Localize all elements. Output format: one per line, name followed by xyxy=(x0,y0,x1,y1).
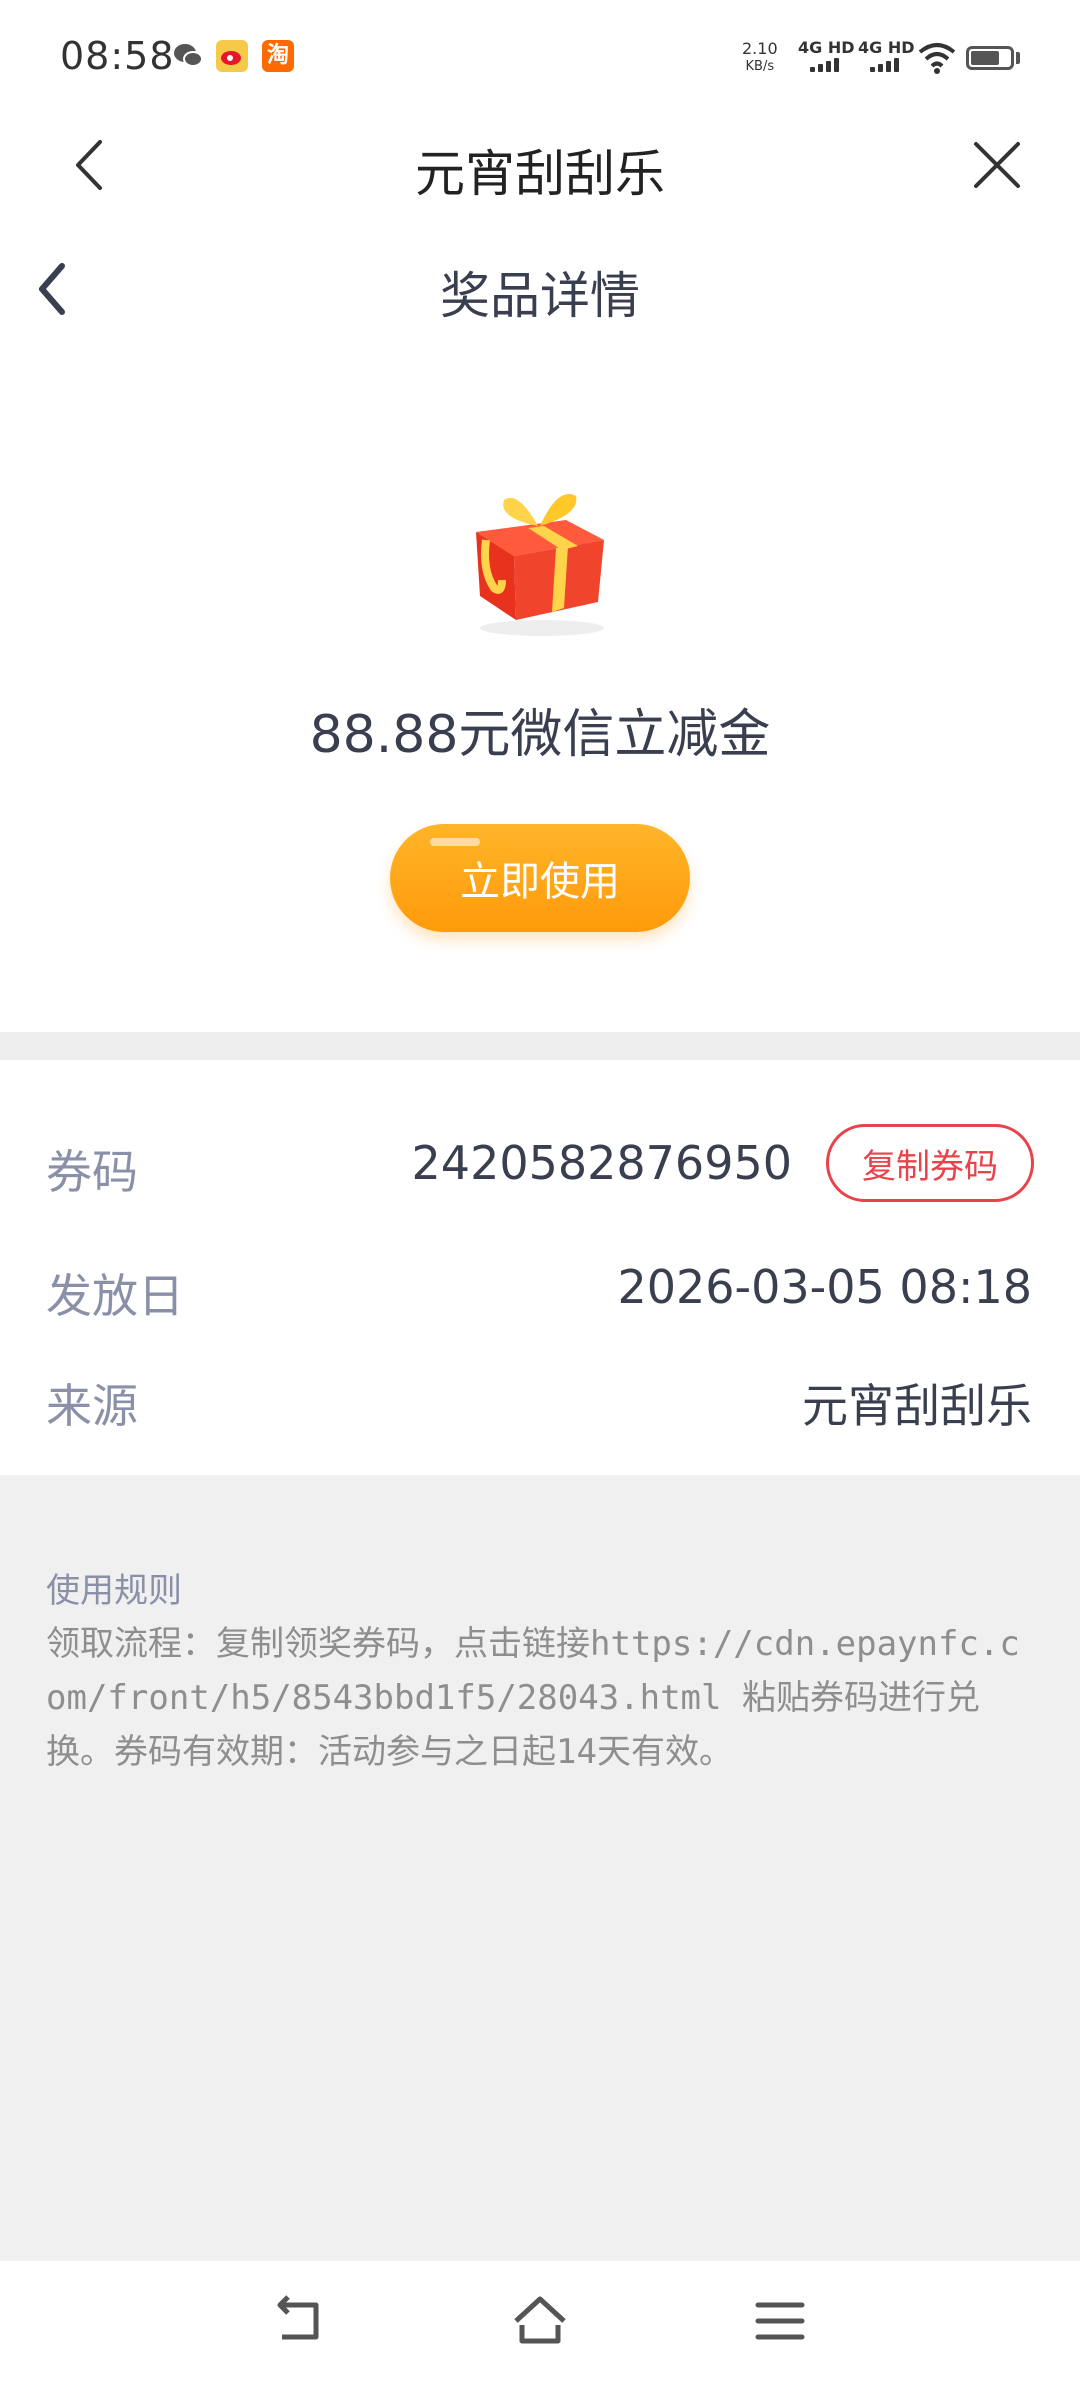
prize-section: 88.88元微信立减金 立即使用 xyxy=(0,342,1080,1032)
info-row-source: 来源 元宵刮刮乐 xyxy=(0,1354,1080,1444)
back-icon[interactable] xyxy=(270,2291,330,2351)
status-time: 08:58 xyxy=(60,34,175,78)
info-row-code: 券码 2420582876950 复制券码 xyxy=(0,1120,1080,1210)
prize-name: 88.88元微信立减金 xyxy=(309,705,771,765)
network-label-1: 4G HD xyxy=(798,38,855,57)
sub-header-title: 奖品详情 xyxy=(440,267,640,325)
issue-date-value: 2026-03-05 08:18 xyxy=(617,1260,1032,1314)
speed-value: 2.10 xyxy=(742,39,778,58)
use-now-label: 立即使用 xyxy=(460,859,620,905)
issue-date-label: 发放日 xyxy=(46,1269,184,1323)
network-speed: 2.10 KB/s xyxy=(742,40,778,76)
close-icon[interactable] xyxy=(966,130,1026,200)
weibo-icon xyxy=(216,40,248,72)
battery-tip xyxy=(1016,52,1020,64)
signal-icon-2 xyxy=(870,56,904,72)
system-nav-bar xyxy=(0,2261,1080,2388)
rules-section: 使用规则 领取流程：复制领奖券码，点击链接https://cdn.epaynfc… xyxy=(0,1475,1080,2261)
nav-bar: 元宵刮刮乐 xyxy=(0,120,1080,212)
info-section: 券码 2420582876950 复制券码 发放日 2026-03-05 08:… xyxy=(0,1060,1080,1475)
gift-box-icon xyxy=(476,494,604,636)
taobao-icon: 淘 xyxy=(262,40,294,72)
rules-title: 使用规则 xyxy=(46,1571,182,1611)
signal-icon-1 xyxy=(810,56,844,72)
rules-text: 领取流程：复制领奖券码，点击链接https://cdn.epaynfc.com/… xyxy=(46,1624,1020,1772)
copy-code-button[interactable]: 复制券码 xyxy=(826,1124,1034,1202)
status-bar: 08:58 淘 2.10 KB/s 4G HD 4G HD xyxy=(0,0,1080,120)
network-label-2: 4G HD xyxy=(858,38,915,57)
use-now-button[interactable]: 立即使用 xyxy=(390,824,690,932)
info-row-issue-date: 发放日 2026-03-05 08:18 xyxy=(0,1244,1080,1334)
wechat-icon xyxy=(174,44,203,67)
wifi-icon xyxy=(918,43,956,74)
source-value: 元宵刮刮乐 xyxy=(802,1379,1032,1433)
source-label: 来源 xyxy=(46,1379,138,1433)
section-divider xyxy=(0,1032,1080,1060)
button-gloss xyxy=(430,838,480,846)
sub-header: 奖品详情 xyxy=(0,212,1080,342)
code-label: 券码 xyxy=(46,1145,138,1199)
page-title: 元宵刮刮乐 xyxy=(415,145,665,203)
code-value: 2420582876950 xyxy=(411,1136,792,1190)
home-icon[interactable] xyxy=(510,2291,570,2351)
menu-icon[interactable] xyxy=(750,2291,810,2351)
speed-unit: KB/s xyxy=(745,59,775,74)
battery-icon xyxy=(966,46,1014,70)
